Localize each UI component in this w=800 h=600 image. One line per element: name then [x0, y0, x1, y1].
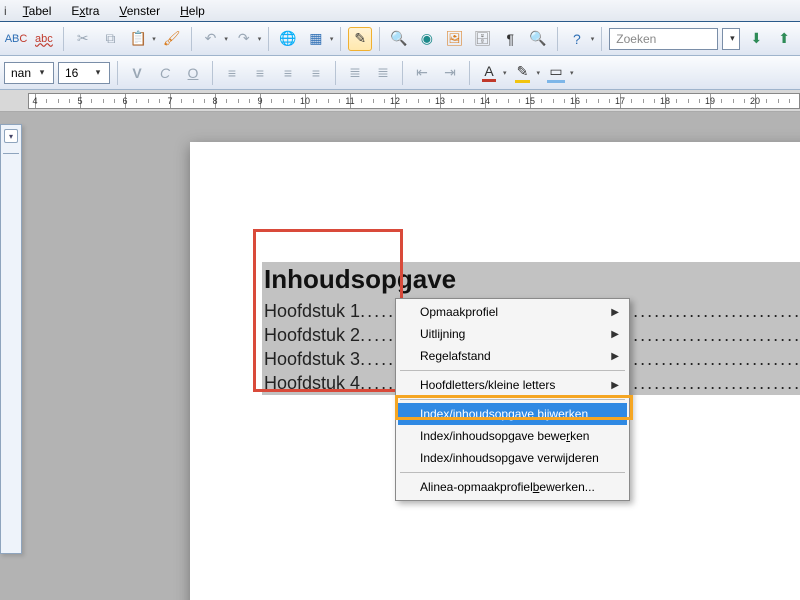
separator — [379, 27, 380, 51]
numbered-list-icon[interactable]: ≣ — [343, 61, 367, 85]
zoom-icon[interactable]: 🔍 — [526, 27, 550, 51]
background-color-icon[interactable]: ▭ — [544, 61, 568, 85]
menu-venster[interactable]: Venster — [109, 2, 170, 20]
chevron-down-icon[interactable]: ▾ — [570, 69, 574, 77]
menu-item[interactable]: Index/inhoudsopgave bewerken — [398, 425, 627, 447]
menu-item[interactable]: Hoofdletters/kleine letters▶ — [398, 374, 627, 396]
separator — [268, 27, 269, 51]
menu-bar: i Tabel Extra Venster Help — [0, 0, 800, 22]
annotation-orange-box — [395, 395, 633, 420]
toolbar-formatting: nan▾ 16▾ V C O ≡ ≡ ≡ ≡ ≣ ≣ ⇤ ⇥ A▾ ✎▾ ▭▾ — [0, 56, 800, 90]
horizontal-ruler[interactable]: 4567891011121314151617181920 — [0, 90, 800, 112]
annotation-red-box — [253, 229, 403, 392]
menu-item[interactable]: Index/inhoudsopgave verwijderen — [398, 447, 627, 469]
chevron-down-icon[interactable]: ▾ — [258, 35, 262, 43]
font-size-combo[interactable]: 16▾ — [58, 62, 110, 84]
align-center-icon[interactable]: ≡ — [248, 61, 272, 85]
highlight-pen-icon[interactable]: ✎ — [348, 27, 372, 51]
italic-icon[interactable]: C — [153, 61, 177, 85]
menu-tabel[interactable]: Tabel — [13, 2, 62, 20]
chevron-down-icon[interactable]: ▾ — [591, 35, 595, 43]
highlight-color-icon[interactable]: ✎ — [511, 61, 535, 85]
separator — [340, 27, 341, 51]
separator — [469, 61, 470, 85]
chevron-down-icon[interactable]: ▾ — [330, 35, 334, 43]
submenu-arrow-icon: ▶ — [611, 329, 619, 340]
menu-extra[interactable]: Extra — [61, 2, 109, 20]
increase-indent-icon[interactable]: ⇥ — [438, 61, 462, 85]
align-justify-icon[interactable]: ≡ — [304, 61, 328, 85]
redo-icon[interactable]: ↷ — [232, 27, 256, 51]
toolbar-standard: ABC abc ✂ ⧉ 📋▾ 🖌 ↶▾ ↷▾ 🌐 ▦▾ ✎ 🔍 ◉ 🖼 🗄 ¶ … — [0, 22, 800, 56]
search-next-icon[interactable]: ⬇ — [744, 27, 768, 51]
panel-toggle-icon[interactable]: ▾ — [4, 129, 18, 143]
menu-truncated: i — [2, 2, 13, 20]
separator — [402, 61, 403, 85]
submenu-arrow-icon: ▶ — [611, 307, 619, 318]
autospell-icon[interactable]: abc — [32, 27, 56, 51]
side-panel[interactable]: ▾ — [0, 124, 22, 554]
menu-item[interactable]: Uitlijning▶ — [398, 323, 627, 345]
menu-item[interactable]: Regelafstand▶ — [398, 345, 627, 367]
chevron-down-icon[interactable]: ▾ — [537, 69, 541, 77]
separator — [3, 153, 19, 154]
submenu-arrow-icon: ▶ — [611, 351, 619, 362]
search-prev-icon[interactable]: ⬆ — [772, 27, 796, 51]
format-paintbrush-icon[interactable]: 🖌 — [160, 27, 184, 51]
separator — [63, 27, 64, 51]
chevron-down-icon[interactable]: ▾ — [152, 35, 156, 43]
help-icon[interactable]: ? — [565, 27, 589, 51]
align-left-icon[interactable]: ≡ — [220, 61, 244, 85]
undo-icon[interactable]: ↶ — [199, 27, 223, 51]
font-color-icon[interactable]: A — [477, 61, 501, 85]
align-right-icon[interactable]: ≡ — [276, 61, 300, 85]
font-name-combo[interactable]: nan▾ — [4, 62, 54, 84]
submenu-arrow-icon: ▶ — [611, 380, 619, 391]
search-dropdown[interactable]: ▾ — [722, 28, 740, 50]
paste-icon[interactable]: 📋 — [126, 27, 150, 51]
spellcheck-icon[interactable]: ABC — [4, 27, 28, 51]
separator — [335, 61, 336, 85]
cut-icon[interactable]: ✂ — [71, 27, 95, 51]
decrease-indent-icon[interactable]: ⇤ — [410, 61, 434, 85]
nonprinting-chars-icon[interactable]: ¶ — [498, 27, 522, 51]
find-replace-icon[interactable]: 🔍 — [387, 27, 411, 51]
data-sources-icon[interactable]: 🗄 — [471, 27, 495, 51]
separator — [601, 27, 602, 51]
menu-item[interactable]: Opmaakprofiel▶ — [398, 301, 627, 323]
gallery-icon[interactable]: 🖼 — [443, 27, 467, 51]
copy-icon[interactable]: ⧉ — [99, 27, 123, 51]
document-area: ▾ Inhoudsopgave Hoofdstuk 1.............… — [0, 112, 800, 600]
bullet-list-icon[interactable]: ≣ — [371, 61, 395, 85]
separator — [212, 61, 213, 85]
navigator-icon[interactable]: ◉ — [415, 27, 439, 51]
separator — [557, 27, 558, 51]
separator — [191, 27, 192, 51]
bold-icon[interactable]: V — [125, 61, 149, 85]
separator — [117, 61, 118, 85]
chevron-down-icon[interactable]: ▾ — [503, 69, 507, 77]
chevron-down-icon[interactable]: ▾ — [224, 35, 228, 43]
menu-help[interactable]: Help — [170, 2, 215, 20]
insert-table-icon[interactable]: ▦ — [304, 27, 328, 51]
menu-item[interactable]: Alinea-opmaakprofiel bewerken... — [398, 476, 627, 498]
search-input[interactable]: Zoeken — [609, 28, 718, 50]
hyperlink-icon[interactable]: 🌐 — [276, 27, 300, 51]
underline-icon[interactable]: O — [181, 61, 205, 85]
